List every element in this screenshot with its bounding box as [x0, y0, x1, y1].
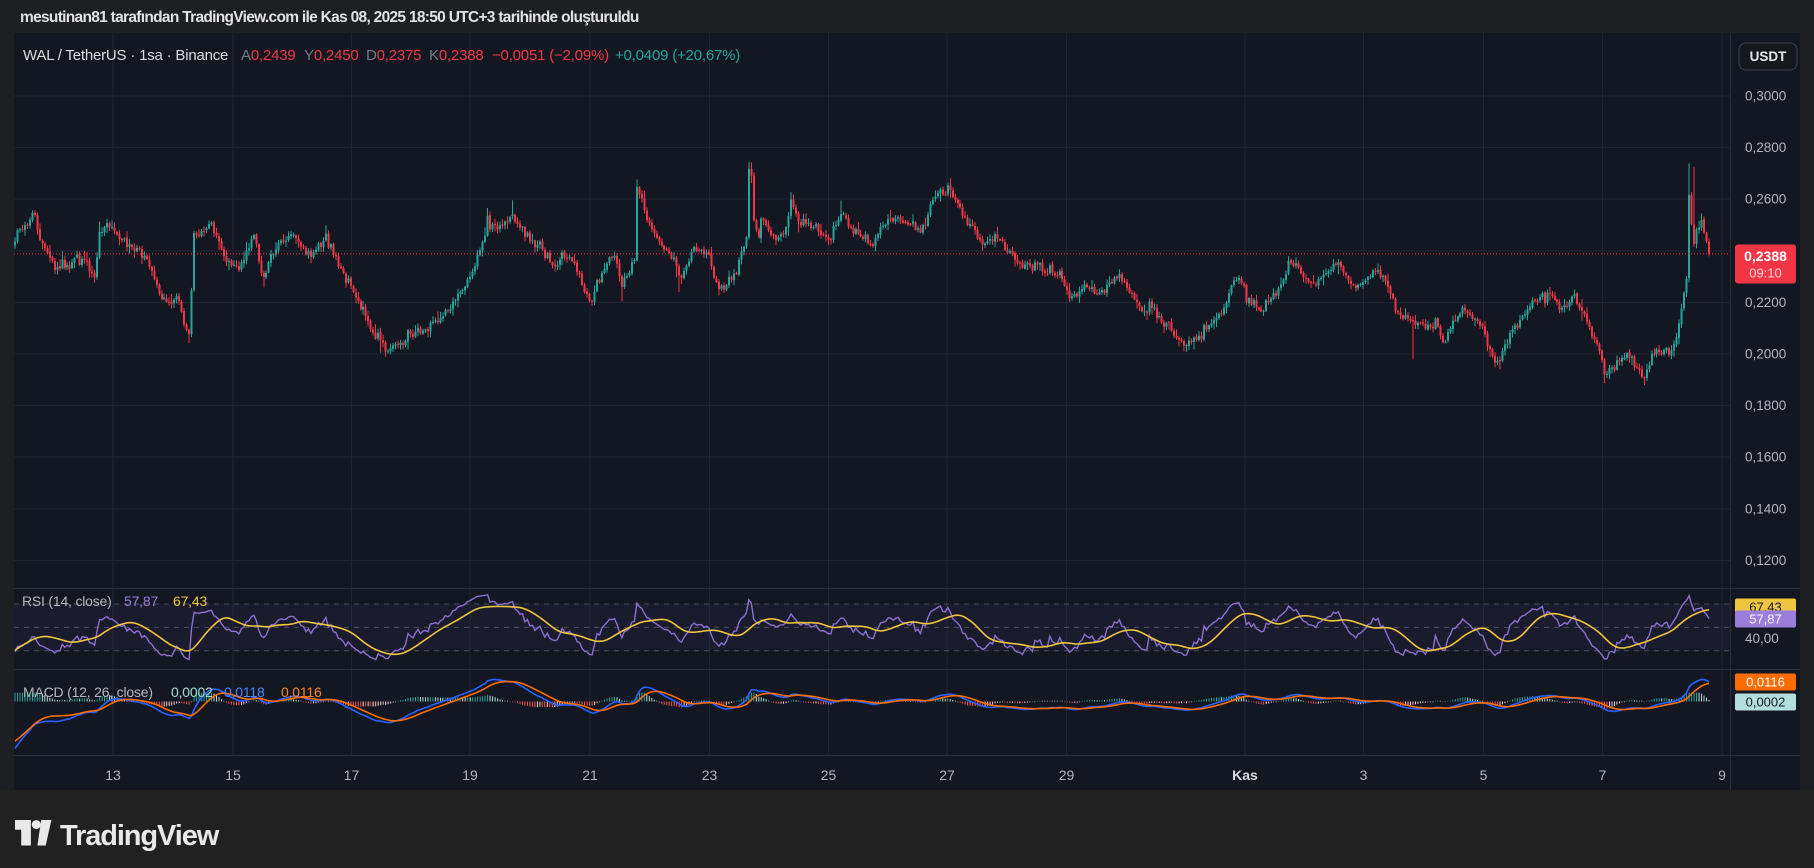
svg-text:13: 13 [105, 767, 121, 783]
svg-text:09:10: 09:10 [1749, 266, 1782, 281]
svg-text:21: 21 [582, 767, 598, 783]
svg-text:0,1600: 0,1600 [1745, 450, 1786, 465]
svg-text:0,2200: 0,2200 [1745, 295, 1786, 310]
svg-text:0,1200: 0,1200 [1745, 553, 1786, 568]
svg-text:17: 17 [344, 767, 360, 783]
svg-text:0,2800: 0,2800 [1745, 140, 1786, 155]
svg-text:Kas: Kas [1232, 767, 1258, 783]
svg-text:0,2600: 0,2600 [1745, 192, 1786, 207]
svg-text:0,1400: 0,1400 [1745, 501, 1786, 516]
svg-text:3: 3 [1360, 767, 1368, 783]
svg-text:9: 9 [1718, 767, 1726, 783]
svg-text:27: 27 [939, 767, 955, 783]
svg-text:7: 7 [1599, 767, 1607, 783]
svg-text:0,2000: 0,2000 [1745, 347, 1786, 362]
svg-text:23: 23 [702, 767, 718, 783]
svg-text:15: 15 [225, 767, 241, 783]
svg-text:0,1800: 0,1800 [1745, 398, 1786, 413]
svg-text:40,00: 40,00 [1745, 631, 1779, 646]
svg-text:5: 5 [1480, 767, 1488, 783]
svg-text:0,3000: 0,3000 [1745, 89, 1786, 104]
svg-text:29: 29 [1059, 767, 1075, 783]
svg-text:TradingView: TradingView [60, 820, 220, 852]
svg-text:25: 25 [821, 767, 837, 783]
svg-text:0,2388: 0,2388 [1744, 248, 1787, 264]
svg-text:19: 19 [462, 767, 478, 783]
svg-text:57,87: 57,87 [1749, 612, 1782, 627]
